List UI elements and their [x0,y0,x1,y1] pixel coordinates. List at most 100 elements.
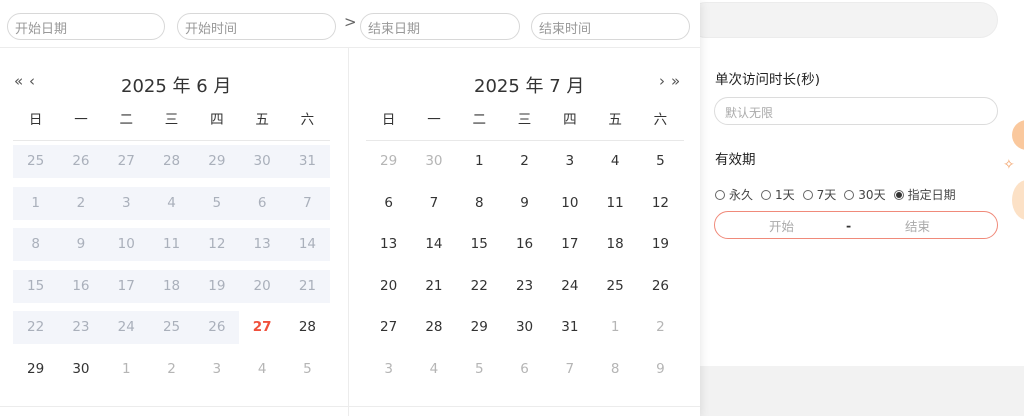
weekday-label: 五 [255,112,269,128]
day-cell[interactable]: 1 [104,353,149,386]
day-cell[interactable]: 7 [547,353,592,386]
day-cell[interactable]: 30 [502,311,547,344]
day-cell[interactable]: 31 [547,311,592,344]
day-cell[interactable]: 24 [547,270,592,303]
right-month-title: 2025 年 7 月 [474,76,585,97]
prev-month-icon[interactable]: ‹ [29,72,35,90]
day-cell: 16 [58,269,104,303]
footer-divider [0,406,700,407]
day-cell[interactable]: 7 [411,187,456,220]
day-cell[interactable]: 6 [502,353,547,386]
day-cell[interactable]: 19 [638,228,683,261]
day-cell[interactable]: 14 [411,228,456,261]
day-cell[interactable]: 6 [366,187,411,220]
day-cell[interactable]: 25 [592,270,637,303]
radio-7-days[interactable]: 7天 [802,186,836,203]
day-cell: 30 [239,145,285,178]
day-cell[interactable]: 21 [411,270,456,303]
duration-input[interactable]: 默认无限 [714,97,998,125]
day-cell: 13 [239,228,285,261]
day-cell[interactable]: 3 [547,145,592,178]
day-cell[interactable]: 29 [13,353,58,386]
radio-icon [802,189,813,200]
weekday-label: 二 [119,112,133,128]
day-cell: 19 [194,269,240,303]
weekday-label: 五 [608,112,622,128]
day-cell: 24 [103,311,149,344]
end-time-input[interactable]: 结束时间 [531,13,690,40]
day-cell[interactable]: 3 [366,353,411,386]
day-cell[interactable]: 8 [457,187,502,220]
day-cell[interactable]: 8 [592,353,637,386]
day-cell: 31 [284,145,331,178]
day-cell[interactable]: 27 [366,311,411,344]
week-row: 22 23 24 25 26 27 28 [13,311,330,344]
day-cell: 4 [148,186,195,220]
day-cell[interactable]: 20 [366,270,411,303]
weekday-label: 六 [300,112,315,128]
day-cell: 25 [13,145,59,178]
day-cell: 29 [194,145,240,178]
day-cell[interactable]: 28 [285,311,330,344]
day-cell[interactable]: 1 [592,311,637,344]
range-start[interactable]: 开始 [769,216,794,235]
day-cell[interactable]: 4 [239,353,284,386]
radio-30-days[interactable]: 30天 [844,186,886,203]
left-weekday-header: 日 一 二 三 四 五 六 [13,108,330,128]
weekday-label: 一 [427,112,441,128]
day-cell: 9 [58,228,104,261]
day-cell[interactable]: 5 [285,353,330,386]
week-row: 13 14 15 16 17 18 19 [366,228,683,261]
day-cell[interactable]: 29 [366,145,411,178]
next-month-icon[interactable]: › [659,72,665,90]
weekday-label: 一 [74,112,88,128]
day-cell: 10 [103,228,149,261]
date-range-input[interactable]: 开始 - 结束 [714,211,998,239]
day-cell[interactable]: 2 [502,145,547,178]
weekday-label: 二 [472,112,486,128]
day-cell[interactable]: 23 [502,270,547,303]
day-cell[interactable]: 16 [502,228,547,261]
day-cell: 3 [103,186,149,220]
start-time-input[interactable]: 开始时间 [177,13,336,40]
day-cell[interactable]: 4 [592,145,637,178]
day-cell[interactable]: 1 [457,145,502,178]
day-cell[interactable]: 2 [638,311,683,344]
week-row: 3 4 5 6 7 8 9 [366,353,683,386]
day-cell[interactable]: 11 [592,187,637,220]
day-cell[interactable]: 28 [411,311,456,344]
radio-1-day[interactable]: 1天 [761,186,795,203]
day-cell[interactable]: 12 [638,187,683,220]
today-cell[interactable]: 27 [239,311,284,344]
day-cell: 28 [148,145,195,178]
range-end[interactable]: 结束 [905,216,930,235]
day-cell[interactable]: 13 [366,228,411,261]
day-cell[interactable]: 9 [502,187,547,220]
day-cell[interactable]: 17 [547,228,592,261]
day-cell: 20 [239,269,285,303]
day-cell[interactable]: 2 [149,353,194,386]
day-cell[interactable]: 5 [457,353,502,386]
radio-specific-date[interactable]: 指定日期 [893,186,956,203]
day-cell[interactable]: 30 [411,145,456,178]
radio-permanent[interactable]: 永久 [715,186,753,203]
top-text-field[interactable] [688,2,998,38]
day-cell[interactable]: 10 [547,187,592,220]
week-row: 8 9 10 11 12 13 14 [13,228,331,261]
day-cell[interactable]: 26 [638,270,683,303]
day-cell[interactable]: 4 [411,353,456,386]
day-cell[interactable]: 5 [638,145,683,178]
day-cell[interactable]: 29 [457,311,502,344]
day-cell[interactable]: 18 [592,228,637,261]
day-cell[interactable]: 3 [194,353,239,386]
start-date-input[interactable]: 开始日期 [7,13,165,40]
next-year-icon[interactable]: » [671,72,680,90]
day-cell[interactable]: 15 [457,228,502,261]
prev-year-icon[interactable]: « [14,72,23,90]
sparkle-icon: ✧ [1003,157,1015,173]
day-cell[interactable]: 30 [58,353,103,386]
day-cell[interactable]: 22 [457,270,502,303]
day-cell: 14 [284,228,331,261]
day-cell[interactable]: 9 [638,353,683,386]
end-date-input[interactable]: 结束日期 [360,13,520,40]
